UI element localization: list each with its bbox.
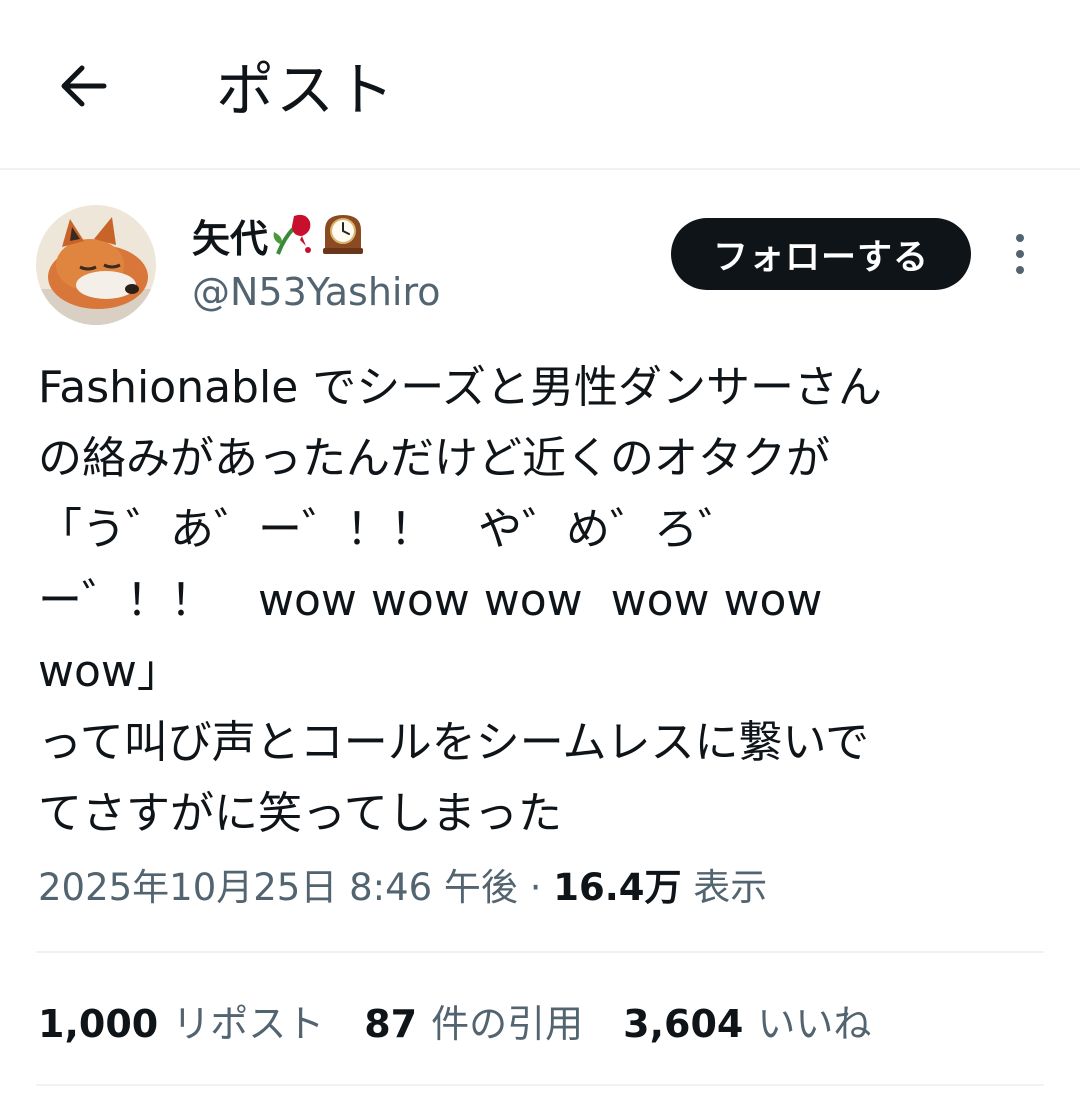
post-meta: 2025年10月25日 8:46 午後 · 16.4万 表示 [38, 860, 767, 916]
arrow-left-icon [61, 65, 107, 107]
reposts-count: 1,000 [38, 1002, 159, 1046]
quotes-label: 件の引用 [431, 1002, 584, 1046]
divider [36, 1084, 1044, 1086]
more-dot [1016, 234, 1024, 242]
likes-count: 3,604 [623, 1002, 744, 1046]
engagement-stats: 1,000 リポスト 87 件の引用 3,604 いいね [38, 996, 911, 1052]
divider [36, 951, 1044, 953]
more-dot [1016, 266, 1024, 274]
quotes-count: 87 [364, 1002, 418, 1046]
more-dot [1016, 250, 1024, 258]
wilted-rose-icon [270, 210, 318, 268]
author-handle[interactable]: @N53Yashiro [192, 266, 441, 318]
reposts-stat[interactable]: 1,000 リポスト [38, 996, 324, 1052]
post-text: Fashionable でシーズと男性ダンサーさん の絡みがあったんだけど近くの… [38, 362, 883, 839]
avatar[interactable] [36, 205, 156, 325]
post-timestamp[interactable]: 2025年10月25日 8:46 午後 [38, 866, 518, 909]
reposts-label: リポスト [172, 1002, 325, 1046]
likes-label: いいね [757, 1002, 872, 1046]
top-bar: ポスト [0, 0, 1080, 170]
fox-avatar-image [36, 205, 156, 325]
views-label: 表示 [693, 866, 768, 909]
views-count: 16.4万 [553, 866, 682, 909]
mantelpiece-clock-icon [320, 210, 366, 268]
follow-button[interactable]: フォローする [671, 218, 971, 290]
more-options-button[interactable] [1000, 226, 1040, 282]
meta-separator: · [529, 866, 542, 909]
likes-stat[interactable]: 3,604 いいね [623, 996, 871, 1052]
page-title: ポスト [216, 56, 397, 124]
back-button[interactable] [52, 54, 116, 118]
author-display-name[interactable]: 矢代 [192, 210, 366, 268]
quotes-stat[interactable]: 87 件の引用 [364, 996, 583, 1052]
author-name-text: 矢代 [192, 217, 269, 261]
